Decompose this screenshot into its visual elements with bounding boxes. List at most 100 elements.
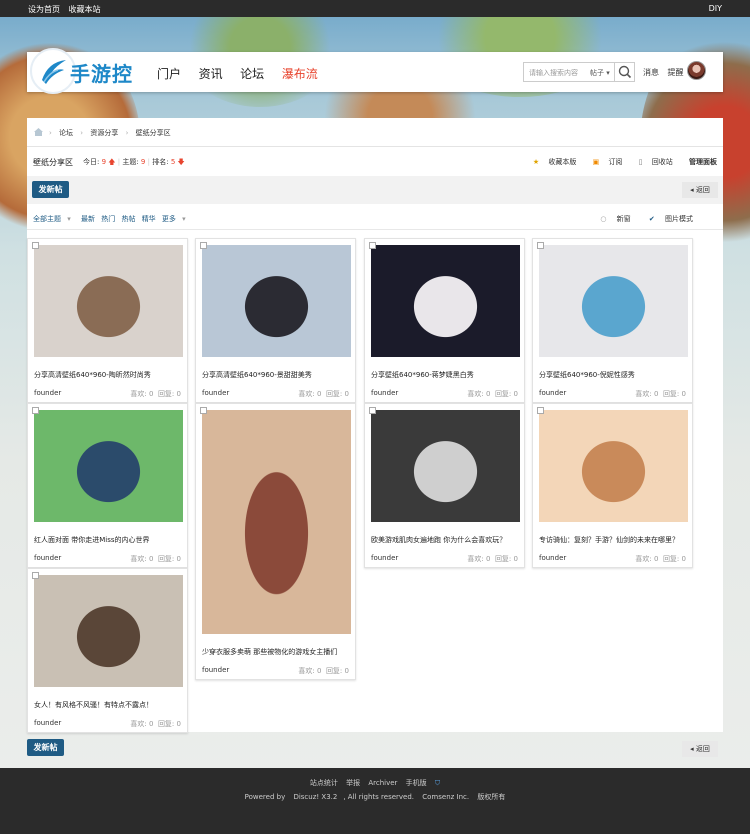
thread-title[interactable]: 分享高清壁纸640*960-陶昕然时尚秀 [34, 370, 184, 380]
home-icon[interactable] [34, 128, 43, 136]
breadcrumb-forum[interactable]: 论坛 [59, 129, 73, 137]
nav-item-news[interactable]: 资讯 [199, 65, 223, 82]
bookmark-link[interactable]: 收藏本站 [69, 5, 101, 14]
new-window-toggle[interactable]: ○ 新窗 [592, 215, 630, 223]
thread-checkbox[interactable] [32, 242, 39, 249]
thread-card[interactable]: 女人！有风格不风骚！有特点不露点！ founder 喜欢: 0 回复: 0 [27, 568, 188, 733]
thread-author[interactable]: founder [202, 389, 229, 397]
thread-thumbnail[interactable] [371, 245, 520, 357]
message-link[interactable]: 消息 [643, 68, 659, 77]
footer-link-archiver[interactable]: Archiver [368, 779, 397, 787]
site-logo[interactable]: 手游控 [30, 48, 150, 98]
diy-link[interactable]: DIY [709, 4, 722, 13]
thread-title[interactable]: 欧美游戏肌肉女遍地跑 你为什么会喜欢玩？ [371, 535, 521, 545]
thread-checkbox[interactable] [32, 407, 39, 414]
manage-link[interactable]: 管理面板 [682, 158, 717, 166]
thread-checkbox[interactable] [369, 407, 376, 414]
new-post-button[interactable]: 发新帖 [32, 181, 69, 198]
thread-title[interactable]: 专访骑仙：复刻？手游？仙剑的未来在哪里？ [539, 535, 689, 545]
forum-info: 壁纸分享区 今日: 9 🡅 | 主题: 9 | 排名: 5 🡇 ★ 收藏本版 ▣… [27, 148, 723, 176]
thread-card[interactable]: 红人面对面 带你走进Miss的内心世界 founder 喜欢: 0 回复: 0 [27, 403, 188, 568]
thread-thumbnail[interactable] [34, 410, 183, 522]
remind-link[interactable]: 提醒 [668, 68, 684, 77]
company-link[interactable]: Comsenz Inc. [422, 793, 469, 801]
thread-author[interactable]: founder [371, 389, 398, 397]
thread-card[interactable]: 专访骑仙：复刻？手游？仙剑的未来在哪里？ founder 喜欢: 0 回复: 0 [532, 403, 693, 568]
thread-checkbox[interactable] [369, 242, 376, 249]
down-arrow-icon: 🡇 [177, 158, 185, 166]
back-arrow-icon: ◂ [690, 745, 694, 753]
recycle-link[interactable]: ▯ 回收站 [632, 158, 673, 166]
thread-card[interactable]: 欧美游戏肌肉女遍地跑 你为什么会喜欢玩？ founder 喜欢: 0 回复: 0 [364, 403, 525, 568]
breadcrumb-resources[interactable]: 资源分享 [90, 129, 118, 137]
today-label: 今日: [83, 158, 100, 166]
thread-card[interactable]: 少穿衣服多卖萌 那些被物化的游戏女主播们 founder 喜欢: 0 回复: 0 [195, 403, 356, 680]
search-box: 请输入搜索内容 帖子 ▾ [523, 62, 635, 82]
thread-checkbox[interactable] [200, 242, 207, 249]
filter-hot[interactable]: 热门 [101, 215, 115, 223]
thread-thumbnail[interactable] [202, 410, 351, 634]
filter-digest[interactable]: 精华 [142, 215, 156, 223]
nav-item-portal[interactable]: 门户 [157, 65, 181, 82]
search-scope-select[interactable]: 帖子 ▾ [590, 68, 610, 78]
thread-checkbox[interactable] [32, 572, 39, 579]
thread-author[interactable]: founder [34, 389, 61, 397]
search-button[interactable] [614, 63, 634, 81]
back-button-bottom[interactable]: ◂ 返回 [682, 741, 718, 757]
new-post-button-bottom[interactable]: 发新帖 [27, 739, 64, 756]
back-arrow-icon: ◂ [690, 186, 694, 194]
product-link[interactable]: Discuz! X3.2 [293, 793, 337, 801]
filter-latest[interactable]: 最新 [81, 215, 95, 223]
thread-title[interactable]: 女人！有风格不风骚！有特点不露点！ [34, 700, 184, 710]
footer-link-stats[interactable]: 站点统计 [310, 779, 338, 787]
thread-thumbnail[interactable] [34, 245, 183, 357]
thread-thumbnail[interactable] [371, 410, 520, 522]
thread-author[interactable]: founder [34, 719, 61, 727]
thread-title[interactable]: 红人面对面 带你走进Miss的内心世界 [34, 535, 184, 545]
likes-count: 0 [317, 390, 322, 398]
replies-label: 回复: [157, 390, 175, 398]
filter-more[interactable]: 更多 ▾ [162, 215, 190, 223]
thread-title[interactable]: 分享壁纸640*960-蒋梦婕黑白秀 [371, 370, 521, 380]
thread-thumbnail[interactable] [539, 410, 688, 522]
replies-count: 0 [681, 555, 686, 563]
avatar[interactable] [687, 61, 706, 80]
footer-link-mobile[interactable]: 手机版 [406, 779, 427, 787]
thread-thumbnail[interactable] [539, 245, 688, 357]
thread-card[interactable]: 分享壁纸640*960-蒋梦婕黑白秀 founder 喜欢: 0 回复: 0 [364, 238, 525, 403]
thread-card[interactable]: 分享高清壁纸640*960-陶昕然时尚秀 founder 喜欢: 0 回复: 0 [27, 238, 188, 403]
breadcrumb-separator: › [80, 129, 84, 137]
set-home-link[interactable]: 设为首页 [28, 5, 60, 14]
thread-card[interactable]: 分享高清壁纸640*960-景甜甜美秀 founder 喜欢: 0 回复: 0 [195, 238, 356, 403]
today-value: 9 [101, 158, 107, 166]
search-input[interactable]: 请输入搜索内容 [529, 68, 578, 78]
breadcrumb-wallpaper[interactable]: 壁纸分享区 [136, 129, 171, 137]
thread-author[interactable]: founder [34, 554, 61, 562]
nav-item-waterfall[interactable]: 瀑布流 [282, 65, 318, 82]
thread-checkbox[interactable] [537, 407, 544, 414]
thread-author[interactable]: founder [539, 554, 566, 562]
subscribe-link[interactable]: ▣ 订阅 [586, 158, 623, 166]
image-mode-toggle[interactable]: ✔ 图片模式 [641, 215, 693, 223]
thread-title[interactable]: 少穿衣服多卖萌 那些被物化的游戏女主播们 [202, 647, 352, 657]
filter-all[interactable]: 全部主题 ▾ [33, 215, 75, 223]
security-badge-icon[interactable]: ⛉ [435, 779, 440, 787]
footer-link-report[interactable]: 举报 [346, 779, 360, 787]
nav-item-forum[interactable]: 论坛 [240, 65, 264, 82]
back-button[interactable]: ◂ 返回 [682, 182, 718, 198]
thread-thumbnail[interactable] [202, 245, 351, 357]
thread-author[interactable]: founder [371, 554, 398, 562]
rights-text: , All rights reserved. [343, 793, 415, 801]
thread-author[interactable]: founder [539, 389, 566, 397]
site-footer: 站点统计 举报 Archiver 手机版 ⛉ Powered by Discuz… [0, 768, 750, 834]
thread-title[interactable]: 分享壁纸640*960-倪妮性感秀 [539, 370, 689, 380]
filter-hot-posts[interactable]: 热帖 [121, 215, 135, 223]
thread-checkbox[interactable] [537, 242, 544, 249]
thread-checkbox[interactable] [200, 407, 207, 414]
favorite-link[interactable]: ★ 收藏本版 [526, 158, 577, 166]
thread-title[interactable]: 分享高清壁纸640*960-景甜甜美秀 [202, 370, 352, 380]
thread-card[interactable]: 分享壁纸640*960-倪妮性感秀 founder 喜欢: 0 回复: 0 [532, 238, 693, 403]
thread-thumbnail[interactable] [34, 575, 183, 687]
copyright-line: Powered by Discuz! X3.2 , All rights rese… [0, 792, 750, 802]
thread-author[interactable]: founder [202, 666, 229, 674]
